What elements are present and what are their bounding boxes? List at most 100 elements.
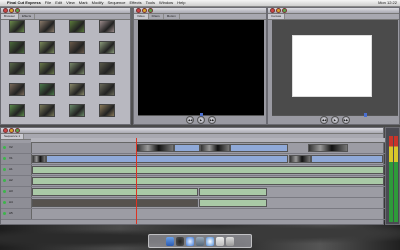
- menu-file[interactable]: File: [45, 0, 51, 6]
- clip-item[interactable]: [37, 104, 59, 126]
- tab-motion[interactable]: Motion: [164, 14, 180, 19]
- tab-filters[interactable]: Filters: [149, 14, 164, 19]
- play-icon[interactable]: ▶: [197, 116, 205, 124]
- clip-thumbnail: [9, 104, 25, 117]
- video-clip[interactable]: [230, 144, 288, 152]
- clip-grid: [3, 20, 128, 122]
- clip-item[interactable]: [97, 20, 119, 42]
- clip-item[interactable]: [67, 104, 89, 126]
- fast-forward-icon[interactable]: ▶▶: [208, 116, 216, 124]
- close-icon[interactable]: [3, 128, 8, 133]
- browser-window: Browser Effects: [0, 7, 131, 125]
- track-audio-icon[interactable]: [3, 168, 6, 171]
- video-clip[interactable]: [32, 155, 46, 163]
- tab-sequence[interactable]: Sequence 1: [1, 134, 25, 139]
- menu-help[interactable]: Help: [177, 0, 185, 6]
- minimize-icon[interactable]: [9, 8, 14, 13]
- dashboard-icon[interactable]: [176, 237, 184, 246]
- video-clip[interactable]: [136, 144, 174, 152]
- menu-app-name[interactable]: Final Cut Express: [7, 0, 41, 6]
- menu-sequence[interactable]: Sequence: [107, 0, 125, 6]
- tab-canvas[interactable]: Canvas: [268, 14, 286, 19]
- clip-item[interactable]: [67, 62, 89, 84]
- video-clip[interactable]: [174, 144, 200, 152]
- viewer-screen[interactable]: [138, 20, 264, 115]
- clip-item[interactable]: [7, 62, 29, 84]
- clip-item[interactable]: [97, 41, 119, 63]
- audio-clip[interactable]: [32, 177, 384, 185]
- clip-thumbnail: [99, 62, 115, 75]
- clip-item[interactable]: [97, 62, 119, 84]
- track-v2: V2: [1, 143, 385, 154]
- clip-item[interactable]: [67, 83, 89, 105]
- tab-browser[interactable]: Browser: [1, 14, 20, 19]
- audio-clip[interactable]: [32, 166, 384, 174]
- clip-item[interactable]: [67, 41, 89, 63]
- clip-thumbnail: [99, 41, 115, 54]
- clip-item[interactable]: [7, 104, 29, 126]
- clip-thumbnail: [69, 83, 85, 96]
- track-audio-icon[interactable]: [3, 190, 6, 193]
- close-icon[interactable]: [3, 8, 8, 13]
- track-header: A2: [1, 176, 32, 186]
- track-header: A1: [1, 165, 32, 175]
- video-clip[interactable]: [200, 144, 230, 152]
- clip-item[interactable]: [37, 41, 59, 63]
- zoom-icon[interactable]: [15, 8, 20, 13]
- menu-view[interactable]: View: [66, 0, 75, 6]
- clip-item[interactable]: [7, 41, 29, 63]
- clip-item[interactable]: [7, 83, 29, 105]
- rewind-icon[interactable]: ◀◀: [186, 116, 194, 124]
- menu-effects[interactable]: Effects: [129, 0, 141, 6]
- video-clip[interactable]: [289, 155, 311, 163]
- audio-clip[interactable]: [199, 199, 267, 207]
- document-icon[interactable]: [216, 237, 224, 246]
- finder-icon[interactable]: [166, 237, 174, 246]
- clip-item[interactable]: [67, 20, 89, 42]
- minimize-icon[interactable]: [9, 128, 14, 133]
- fast-forward-icon[interactable]: ▶▶: [342, 116, 350, 124]
- zoom-icon[interactable]: [282, 8, 287, 13]
- clip-item[interactable]: [37, 20, 59, 42]
- menu-mark[interactable]: Mark: [79, 0, 88, 6]
- minimize-icon[interactable]: [142, 8, 147, 13]
- menu-tools[interactable]: Tools: [146, 0, 155, 6]
- close-icon[interactable]: [270, 8, 275, 13]
- safari-icon[interactable]: [186, 237, 194, 246]
- trash-icon[interactable]: [226, 237, 234, 246]
- clip-item[interactable]: [97, 104, 119, 126]
- tab-video[interactable]: Video: [134, 14, 149, 19]
- rewind-icon[interactable]: ◀◀: [320, 116, 328, 124]
- tab-effects[interactable]: Effects: [19, 14, 36, 19]
- menu-edit[interactable]: Edit: [55, 0, 62, 6]
- track-visibility-icon[interactable]: [3, 146, 6, 149]
- audio-clip[interactable]: [32, 188, 198, 196]
- zoom-icon[interactable]: [148, 8, 153, 13]
- track-visibility-icon[interactable]: [3, 157, 6, 160]
- clip-item[interactable]: [37, 62, 59, 84]
- video-clip[interactable]: [46, 155, 288, 163]
- track-audio-icon[interactable]: [3, 212, 6, 215]
- itunes-icon[interactable]: [206, 237, 214, 246]
- menu-modify[interactable]: Modify: [92, 0, 104, 6]
- close-icon[interactable]: [136, 8, 141, 13]
- audio-clip[interactable]: [199, 188, 267, 196]
- track-audio-icon[interactable]: [3, 179, 6, 182]
- zoom-icon[interactable]: [15, 128, 20, 133]
- audio-clip[interactable]: [32, 199, 198, 207]
- clip-item[interactable]: [97, 83, 119, 105]
- track-a5: A5: [1, 209, 385, 220]
- track-audio-icon[interactable]: [3, 201, 6, 204]
- menu-clock: Mon 12:22: [378, 0, 397, 5]
- video-clip[interactable]: [308, 144, 348, 152]
- menu-window[interactable]: Window: [159, 0, 173, 6]
- clip-item[interactable]: [7, 20, 29, 42]
- track-v1: V1: [1, 154, 385, 165]
- timeline-playhead[interactable]: [136, 138, 137, 224]
- video-clip[interactable]: [311, 155, 383, 163]
- canvas-screen[interactable]: [272, 20, 398, 115]
- clip-item[interactable]: [37, 83, 59, 105]
- minimize-icon[interactable]: [276, 8, 281, 13]
- play-icon[interactable]: ▶: [331, 116, 339, 124]
- mail-icon[interactable]: [196, 237, 204, 246]
